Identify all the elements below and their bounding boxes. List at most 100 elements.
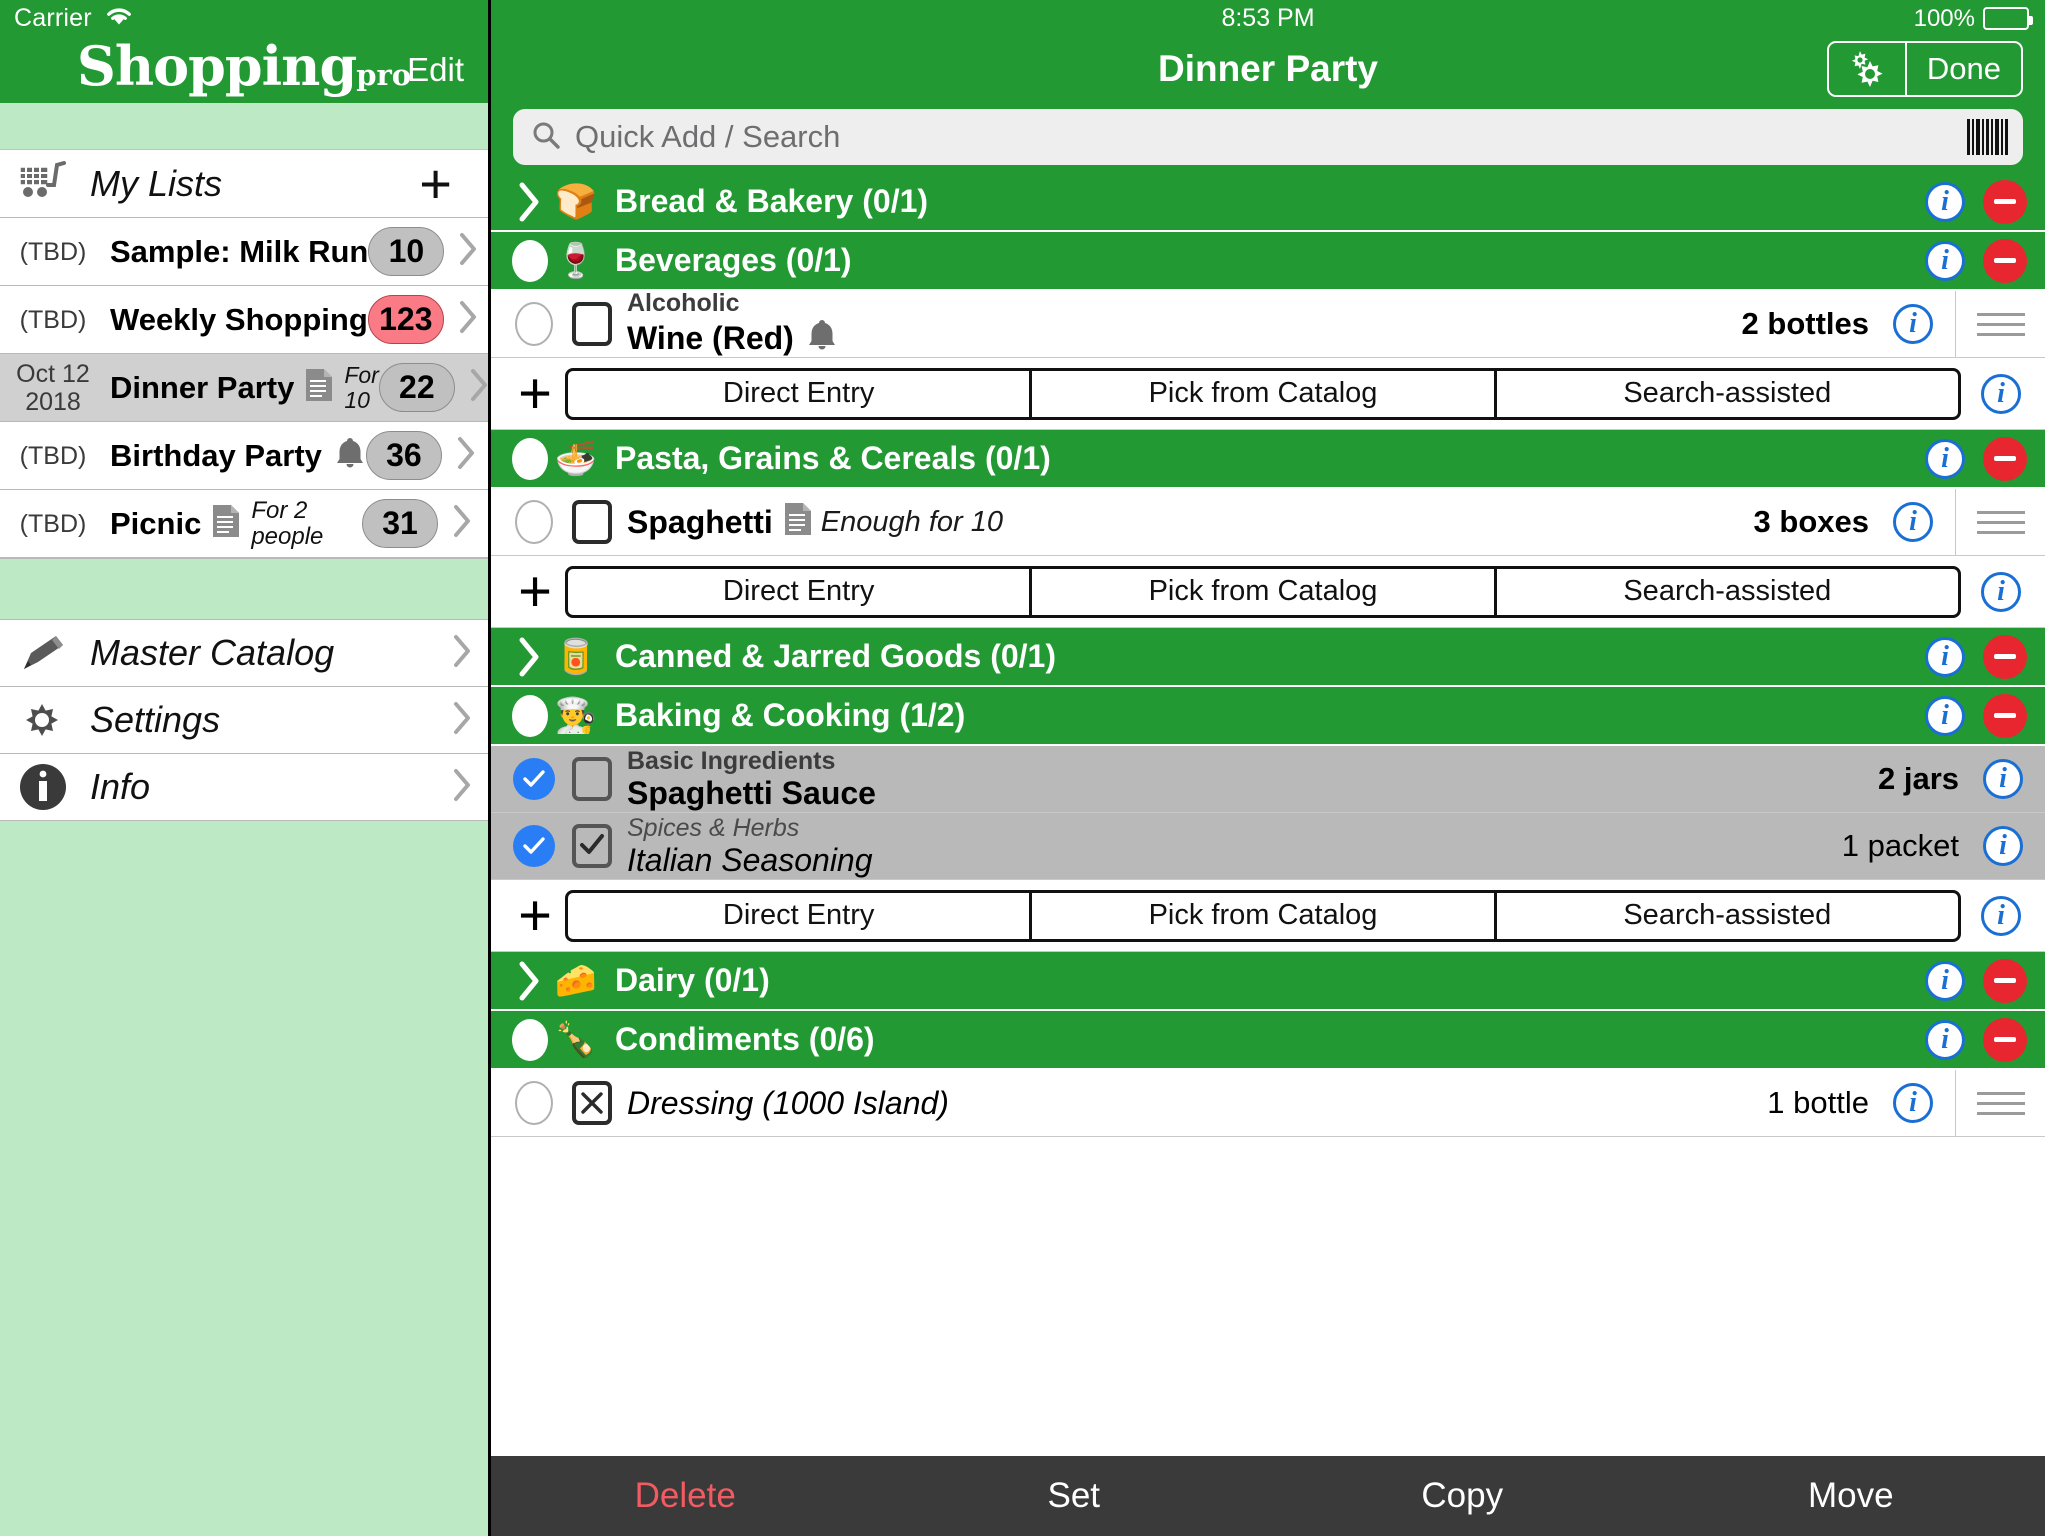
carrier-label: Carrier [14,4,92,32]
barcode-icon[interactable] [1965,116,2011,158]
info-circle-icon[interactable]: i [1925,695,1965,736]
info-circle-icon[interactable]: i [1893,1083,1933,1123]
checkbox[interactable] [572,500,612,544]
category-header-condiments[interactable]: 🍾 Condiments (0/6) i [491,1011,2045,1070]
category-header-bread[interactable]: 🍞 Bread & Bakery (0/1) i [491,173,2045,232]
info-circle-icon[interactable]: i [1925,438,1965,479]
sidebar-green-band-2 [0,558,488,620]
plus-icon[interactable]: + [505,886,565,944]
plus-icon[interactable]: + [505,562,565,620]
sidebar-list-item[interactable]: Oct 12 2018 Dinner Party For 10 22 [0,354,488,422]
list-item[interactable]: Basic Ingredients Spaghetti Sauce 2 jars i [491,746,2045,813]
list-item[interactable]: Alcoholic Wine (Red) 2 bottles i [491,289,2045,358]
selected-check-icon[interactable] [513,758,555,800]
remove-icon[interactable] [1983,634,2027,679]
category-toggle-circle[interactable] [509,1018,551,1061]
info-circle-icon[interactable]: i [1925,1019,1965,1060]
list-item[interactable]: Spaghetti Enough for 10 3 boxes i [491,489,2045,556]
direct-entry-button[interactable]: Direct Entry [568,568,1033,615]
category-toggle-circle[interactable] [509,437,551,480]
plus-icon[interactable]: + [505,364,565,422]
category-header-pasta[interactable]: 🍜 Pasta, Grains & Cereals (0/1) i [491,430,2045,489]
item-select-cell[interactable] [507,500,561,544]
remove-icon[interactable] [1983,436,2027,481]
info-circle-icon[interactable]: i [1893,304,1933,344]
pick-from-catalog-button[interactable]: Pick from Catalog [1032,370,1497,417]
drag-handle-icon[interactable] [1955,291,2045,357]
remove-icon[interactable] [1983,179,2027,224]
chevron-right-icon[interactable] [509,960,551,1002]
info-circle-icon[interactable]: i [1983,759,2023,799]
checkbox-x[interactable] [572,1081,612,1125]
sidebar-item-settings[interactable]: Settings [0,687,488,754]
item-select-cell[interactable] [507,302,561,346]
gear-icon[interactable] [1829,43,1907,95]
sidebar-navbar: Shoppingpro Edit [0,37,488,103]
item-select-cell[interactable] [507,758,561,800]
item-check-cell[interactable] [561,302,623,346]
search-assisted-button[interactable]: Search-assisted [1497,569,1958,615]
remove-icon[interactable] [1983,238,2027,283]
set-button[interactable]: Set [880,1476,1269,1516]
search-assisted-button[interactable]: Search-assisted [1497,893,1958,939]
item-check-cell[interactable] [561,500,623,544]
chevron-right-icon[interactable] [509,181,551,223]
sidebar-list-item[interactable]: (TBD) Picnic For 2 people 31 [0,490,488,558]
selected-check-icon[interactable] [513,825,555,867]
pick-from-catalog-button[interactable]: Pick from Catalog [1032,892,1497,939]
checkbox-checked[interactable] [572,824,612,868]
sidebar-list-item[interactable]: (TBD) Birthday Party 36 [0,422,488,490]
drag-handle-icon[interactable] [1955,489,2045,555]
category-toggle-circle[interactable] [509,239,551,282]
item-check-cell[interactable] [561,1081,623,1125]
item-check-cell[interactable] [561,757,623,801]
chevron-right-icon[interactable] [509,636,551,678]
search-input[interactable]: Quick Add / Search [513,109,2023,165]
remove-icon[interactable] [1983,958,2027,1003]
move-button[interactable]: Move [1657,1476,2046,1516]
checkbox[interactable] [572,757,612,801]
remove-icon[interactable] [1983,693,2027,738]
select-circle[interactable] [515,302,553,346]
list-item[interactable]: Dressing (1000 Island) 1 bottle i [491,1070,2045,1137]
select-circle[interactable] [515,1081,553,1125]
info-circle-icon[interactable]: i [1981,895,2021,936]
list-item[interactable]: Spices & Herbs Italian Seasoning 1 packet i [491,813,2045,880]
sidebar-list-item[interactable]: (TBD) Sample: Milk Run 10 [0,218,488,286]
delete-button[interactable]: Delete [491,1476,880,1516]
item-select-cell[interactable] [507,825,561,867]
category-header-canned[interactable]: 🥫 Canned & Jarred Goods (0/1) i [491,628,2045,687]
remove-icon[interactable] [1983,1017,2027,1062]
copy-button[interactable]: Copy [1268,1476,1657,1516]
category-header-baking[interactable]: 👨‍🍳 Baking & Cooking (1/2) i [491,687,2045,746]
add-list-button[interactable]: + [419,155,452,211]
select-circle[interactable] [515,500,553,544]
info-circle-icon[interactable]: i [1893,502,1933,542]
edit-button[interactable]: Edit [407,51,464,89]
category-toggle-circle[interactable] [509,694,551,737]
search-assisted-button[interactable]: Search-assisted [1497,371,1958,417]
info-circle-icon[interactable]: i [1981,571,2021,612]
list-scroll-area[interactable]: 🍞 Bread & Bakery (0/1) i 🍷 Beverages (0/1) i A… [491,173,2045,1536]
sidebar-item-master-catalog[interactable]: Master Catalog [0,620,488,687]
add-method-segmented-control: Direct Entry Pick from Catalog Search-assi… [565,367,1961,420]
direct-entry-button[interactable]: Direct Entry [568,370,1033,417]
checkbox[interactable] [572,302,612,346]
info-circle-icon[interactable]: i [1983,826,2023,866]
item-check-cell[interactable] [561,824,623,868]
info-circle-icon[interactable]: i [1981,373,2021,414]
drag-handle-icon[interactable] [1955,1070,2045,1136]
shopping-cart-icon [16,159,72,208]
info-circle-icon[interactable]: i [1925,240,1965,281]
direct-entry-button[interactable]: Direct Entry [568,892,1033,939]
item-select-cell[interactable] [507,1081,561,1125]
info-circle-icon[interactable]: i [1925,960,1965,1001]
info-circle-icon[interactable]: i [1925,181,1965,222]
pick-from-catalog-button[interactable]: Pick from Catalog [1032,568,1497,615]
sidebar-item-info[interactable]: Info [0,754,488,821]
done-button[interactable]: Done [1907,43,2021,95]
sidebar-list-item[interactable]: (TBD) Weekly Shopping 123 [0,286,488,354]
info-circle-icon[interactable]: i [1925,636,1965,677]
category-header-dairy[interactable]: 🧀 Dairy (0/1) i [491,952,2045,1011]
category-header-beverages[interactable]: 🍷 Beverages (0/1) i [491,232,2045,291]
